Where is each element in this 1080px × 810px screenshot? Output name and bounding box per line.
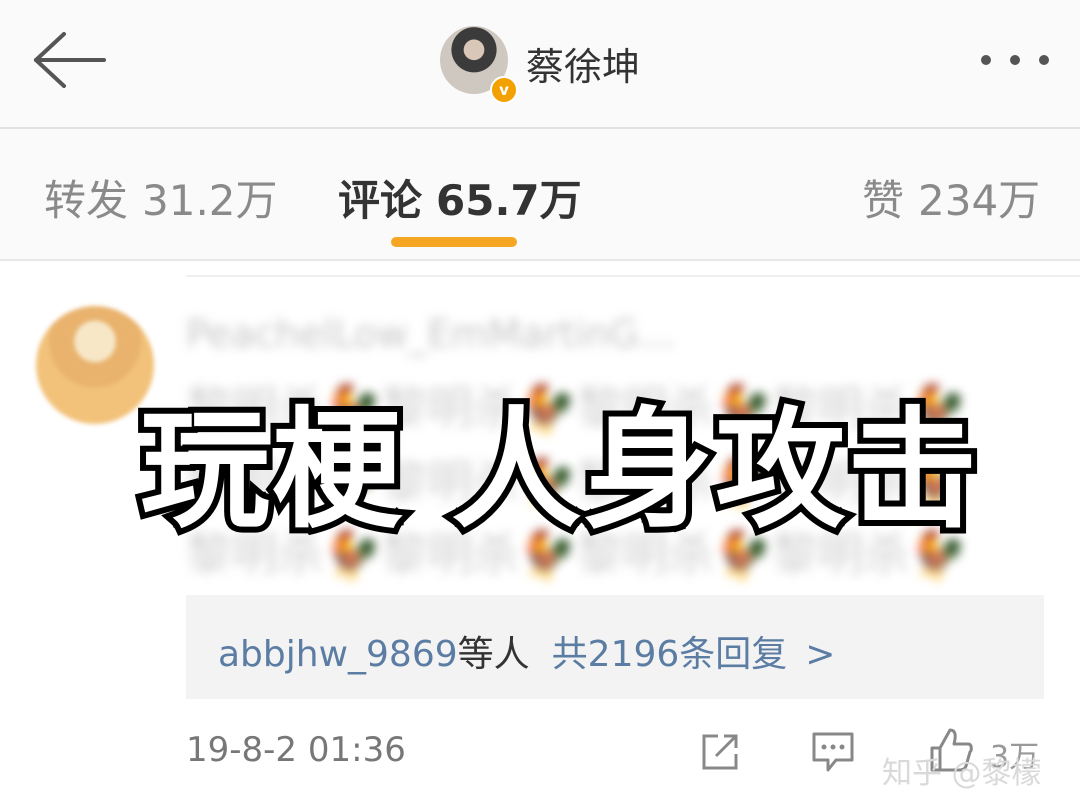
commenter-avatar[interactable]: [36, 306, 154, 424]
divider: [186, 275, 1080, 277]
commenter-username[interactable]: PeachelLow_EmMartinG...: [186, 312, 675, 356]
tab-comments[interactable]: 评论 65.7万: [338, 167, 582, 228]
more-dots-icon[interactable]: [978, 52, 1052, 68]
tab-label: 转发: [44, 176, 129, 225]
share-icon[interactable]: [698, 730, 742, 774]
replies-summary: abbjhw_9869等人 共2196条回复 >: [218, 625, 835, 677]
back-arrow-icon[interactable]: [28, 28, 108, 92]
reply-users[interactable]: abbjhw_9869: [218, 634, 458, 675]
tab-count: 65.7万: [436, 176, 582, 225]
replies-preview[interactable]: abbjhw_9869等人 共2196条回复 >: [186, 595, 1044, 699]
reply-users-suffix: 等人: [457, 634, 530, 675]
watermark: 知乎 @黎檬: [882, 756, 1042, 791]
active-tab-indicator: [391, 237, 517, 247]
chevron-right-icon: >: [805, 634, 836, 675]
verified-badge-icon: v: [490, 76, 518, 104]
page-title: 蔡徐坤: [526, 45, 641, 89]
tab-label: 评论: [338, 176, 423, 225]
tab-label: 赞: [862, 176, 905, 225]
tab-count: 31.2万: [142, 176, 278, 225]
tab-likes[interactable]: 赞 234万: [862, 167, 1040, 228]
reply-count-link[interactable]: 共2196条回复: [552, 634, 788, 675]
top-nav-bar: v 蔡徐坤: [0, 0, 1080, 129]
tab-bar: 转发 31.2万 评论 65.7万 赞 234万: [0, 129, 1080, 261]
tab-reposts[interactable]: 转发 31.2万: [44, 167, 278, 228]
comment-timestamp: 19-8-2 01:36: [186, 730, 406, 770]
overlay-caption: 玩梗 人身攻击: [134, 388, 983, 552]
comment-icon[interactable]: [810, 730, 856, 774]
tab-count: 234万: [918, 176, 1041, 225]
